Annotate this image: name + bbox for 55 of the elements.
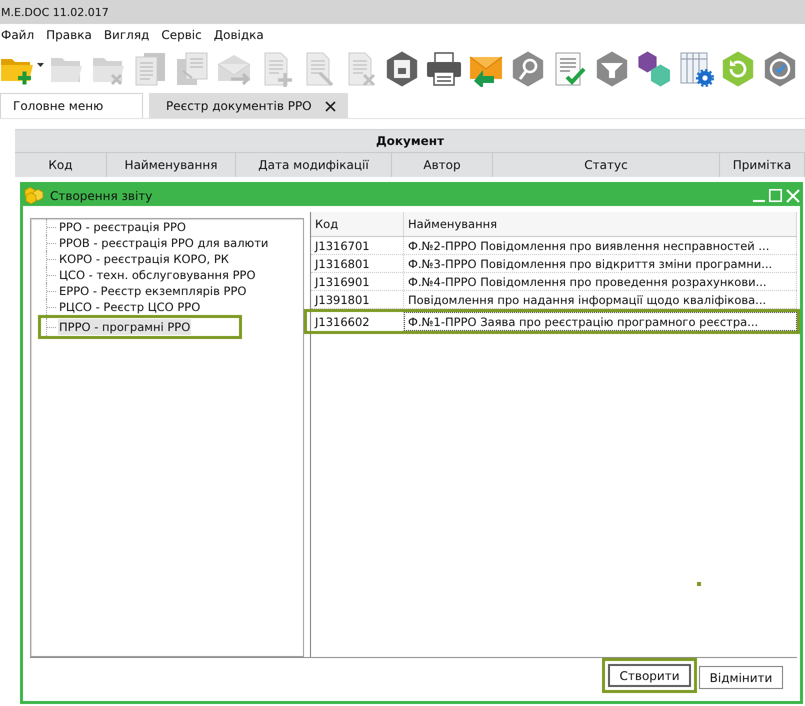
column-header: Автор bbox=[392, 153, 493, 177]
dialog-title: Створення звіту bbox=[50, 188, 154, 202]
printer-icon[interactable] bbox=[426, 51, 462, 87]
hexagon-safe-icon[interactable] bbox=[384, 51, 420, 87]
hexagon-check-icon[interactable] bbox=[762, 51, 798, 87]
column-header[interactable]: Найменування bbox=[404, 212, 797, 236]
tree-item[interactable]: ЕРРО - Реєстр екземплярів РРО bbox=[38, 283, 248, 299]
tree-item[interactable]: ПРРО - програмні РРО bbox=[38, 315, 242, 339]
table-cell: J1391801 bbox=[311, 291, 404, 308]
table-gear-icon[interactable] bbox=[678, 51, 714, 87]
table-cell: Повідомлення про надання інформації щодо кваліфікова... bbox=[404, 291, 797, 308]
marker-icon bbox=[697, 582, 701, 586]
table-cell: Ф.№1-ПРРО Заява про реєстрацію програмного реєстра... bbox=[404, 312, 797, 331]
table-cell: J1316901 bbox=[311, 273, 404, 290]
hexagon-search-icon[interactable] bbox=[510, 51, 546, 87]
dialog-button[interactable]: Відмінити bbox=[699, 666, 783, 689]
app-title: M.E.DOC 11.02.017 bbox=[1, 6, 109, 18]
tree-item[interactable]: РРОВ - реєстрація РРО для валюти bbox=[38, 235, 270, 251]
table-cell: J1316602 bbox=[311, 312, 404, 331]
menu-item[interactable]: Сервіс bbox=[161, 28, 202, 42]
menu-item[interactable]: Довідка bbox=[214, 28, 264, 42]
column-header[interactable]: Код bbox=[311, 212, 404, 236]
column-header: Статус bbox=[493, 153, 720, 177]
column-group-header: Документ bbox=[15, 130, 805, 153]
table-cell: J1316701 bbox=[311, 237, 404, 254]
table-row[interactable]: J1316901 Ф.№4-ПРРО Повідомлення про проведення розрахункови... bbox=[311, 273, 797, 291]
tree-item[interactable]: РРО - реєстрація РРО bbox=[38, 219, 187, 235]
table-cell: J1316801 bbox=[311, 255, 404, 272]
table-cell: Ф.№3-ПРРО Повідомлення про відкриття зміни програмни... bbox=[404, 255, 797, 272]
tree-item[interactable]: РЦСО - Реєстр ЦСО РРО bbox=[38, 299, 202, 315]
table-cell: Ф.№2-ПРРО Повідомлення про виявлення несправностей ... bbox=[404, 237, 797, 254]
menu-item[interactable]: Файл bbox=[1, 28, 34, 42]
dialog-button[interactable]: Створити bbox=[602, 658, 697, 693]
column-header: Код bbox=[15, 153, 107, 177]
hexagons-icon[interactable] bbox=[636, 51, 672, 87]
menu-item[interactable]: Вигляд bbox=[104, 28, 150, 42]
tree-item[interactable]: ЦСО - техн. обслуговування РРО bbox=[38, 267, 257, 283]
column-header: Примітка bbox=[720, 153, 805, 177]
tab[interactable]: Реєстр документів РРО bbox=[149, 93, 348, 118]
maximize-icon[interactable] bbox=[769, 189, 782, 202]
table-row[interactable]: J1316801 Ф.№3-ПРРО Повідомлення про відкриття зміни програмни... bbox=[311, 255, 797, 273]
table-row[interactable]: J1391801 Повідомлення про надання інформації щодо кваліфікова... bbox=[311, 291, 797, 309]
column-header: Дата модифікації bbox=[236, 153, 392, 177]
close-icon[interactable] bbox=[324, 100, 336, 112]
menu-item[interactable]: Правка bbox=[46, 28, 92, 42]
tab[interactable]: Головне меню bbox=[0, 93, 143, 118]
column-header: Найменування bbox=[107, 153, 236, 177]
table-row[interactable]: J1316701 Ф.№2-ПРРО Повідомлення про виявлення несправностей ... bbox=[311, 237, 797, 255]
table-cell: Ф.№4-ПРРО Повідомлення про проведення розрахункови... bbox=[404, 273, 797, 290]
hexagon-filter-icon[interactable] bbox=[594, 51, 630, 87]
table-row[interactable]: J1316602 Ф.№1-ПРРО Заява про реєстрацію програмного реєстра... bbox=[304, 309, 800, 334]
honeycomb-icon bbox=[24, 187, 44, 204]
hexagon-refresh-icon[interactable] bbox=[720, 51, 756, 87]
tree-item[interactable]: КОРО - реєстрація КОРО, РК bbox=[38, 251, 230, 267]
caret-icon[interactable] bbox=[37, 63, 44, 67]
